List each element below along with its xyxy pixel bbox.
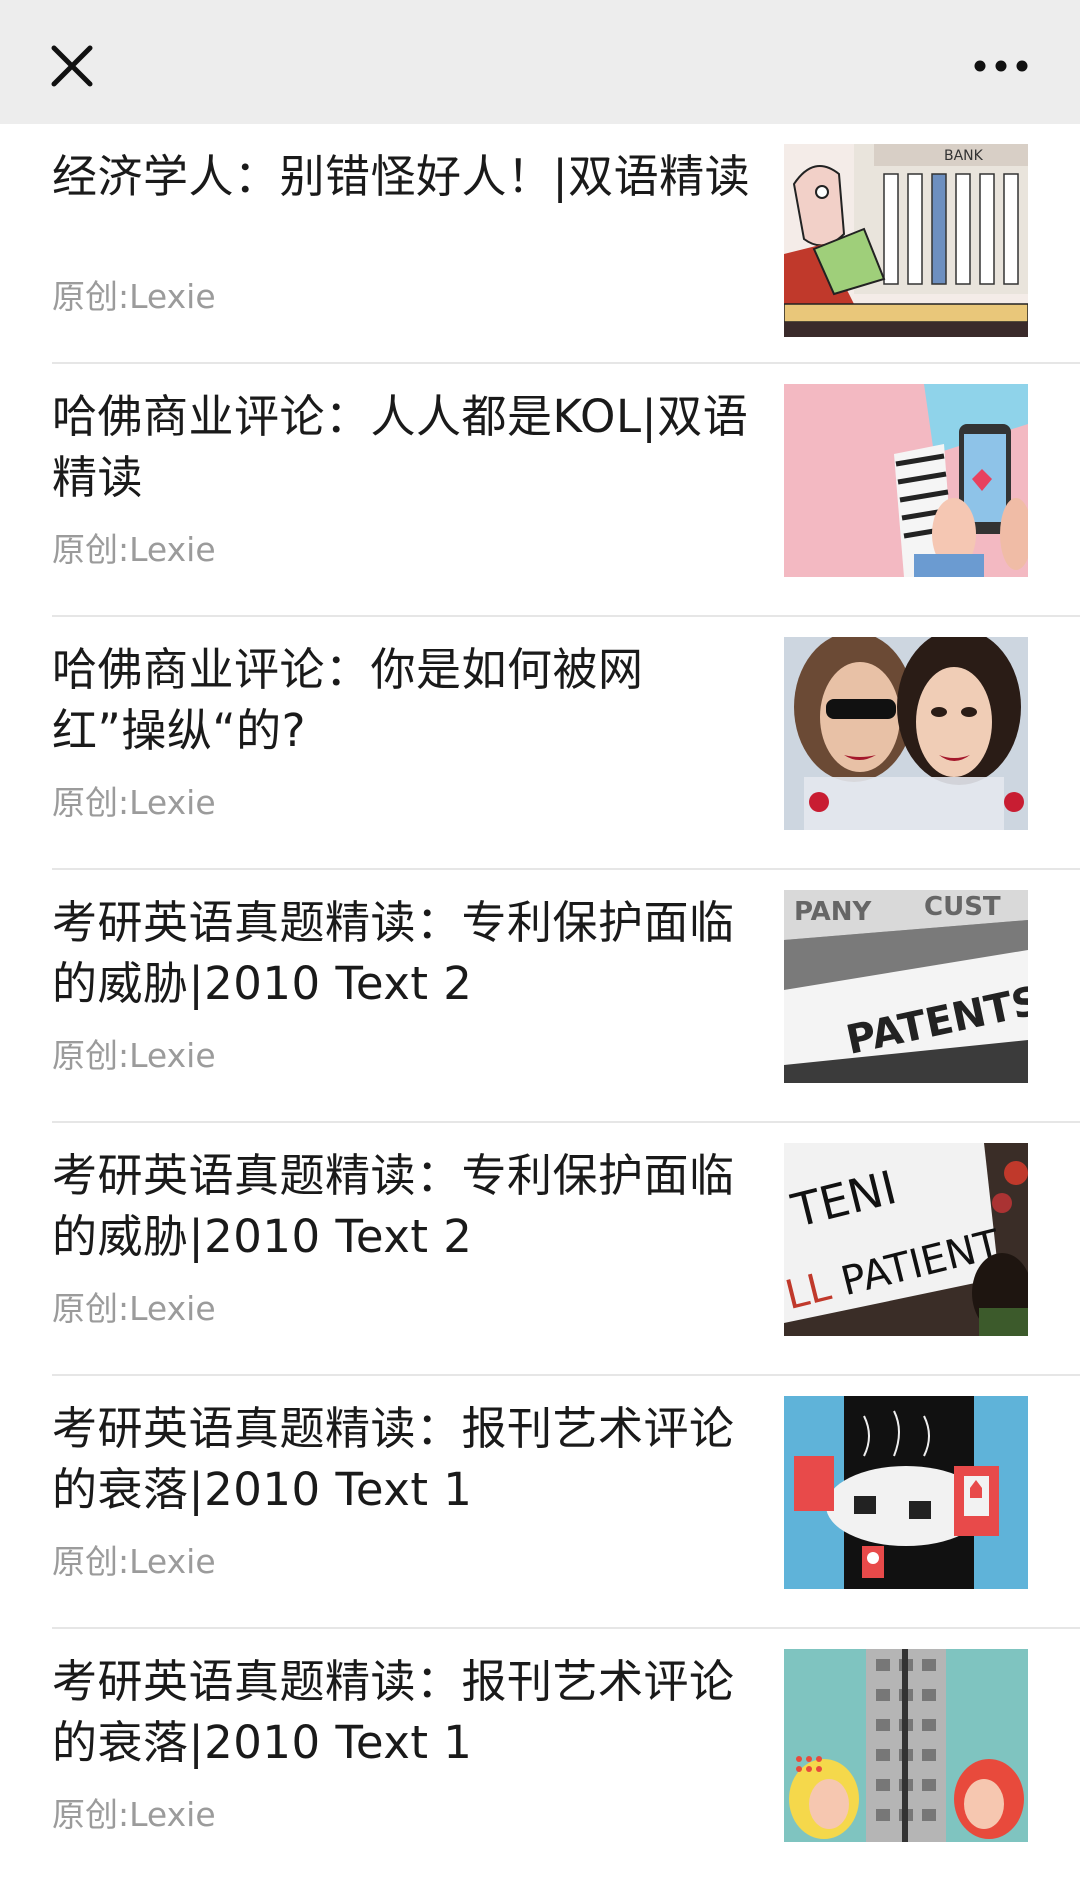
article-thumbnail xyxy=(784,384,1028,577)
close-button[interactable] xyxy=(44,38,100,94)
article-author: 原创:Lexie xyxy=(52,530,216,569)
article-thumbnail xyxy=(784,1649,1028,1842)
article-thumbnail xyxy=(784,637,1028,830)
article-author: 原创:Lexie xyxy=(52,1542,216,1581)
more-icon xyxy=(974,60,1028,72)
article-author: 原创:Lexie xyxy=(52,1289,216,1328)
bank-cartoon-image: BANK xyxy=(784,144,1028,337)
article-item[interactable]: 考研英语真题精读：报刊艺术评论的衰落|2010 Text 1 原创:Lexie xyxy=(0,1629,1080,1882)
article-title: 考研英语真题精读：专利保护面临的威胁|2010 Text 2 xyxy=(52,1149,735,1263)
patents-folder-image: PATENTS PANY CUST xyxy=(784,890,1028,1083)
article-title: 哈佛商业评论：人人都是KOL|双语精读 xyxy=(52,390,749,504)
svg-text:PANY: PANY xyxy=(794,897,873,927)
article-thumbnail: BANK xyxy=(784,144,1028,337)
article-item[interactable]: 哈佛商业评论：你是如何被网红”操纵“的? 原创:Lexie xyxy=(0,617,1080,870)
article-title: 考研英语真题精读：报刊艺术评论的衰落|2010 Text 1 xyxy=(52,1402,735,1516)
article-item[interactable]: 哈佛商业评论：人人都是KOL|双语精读 原创:Lexie xyxy=(0,364,1080,617)
article-item[interactable]: 考研英语真题精读：专利保护面临的威胁|2010 Text 2 原创:Lexie … xyxy=(0,1123,1080,1376)
article-item[interactable]: 经济学人：别错怪好人！|双语精读 原创:Lexie BANK xyxy=(0,124,1080,364)
article-item[interactable]: 考研英语真题精读：报刊艺术评论的衰落|2010 Text 1 原创:Lexie xyxy=(0,1376,1080,1629)
article-author: 原创:Lexie xyxy=(52,1795,216,1834)
close-icon xyxy=(51,45,93,87)
more-options-button[interactable] xyxy=(966,38,1036,94)
svg-text:CUST: CUST xyxy=(924,892,1001,922)
svg-text:BANK: BANK xyxy=(944,148,984,164)
article-thumbnail xyxy=(784,1396,1028,1589)
article-thumbnail: PATENTS PANY CUST xyxy=(784,890,1028,1083)
article-title: 经济学人：别错怪好人！|双语精读 xyxy=(52,150,751,203)
article-author: 原创:Lexie xyxy=(52,783,216,822)
article-list: 经济学人：别错怪好人！|双语精读 原创:Lexie BANK 哈佛商业评论：人人… xyxy=(0,124,1080,1882)
article-title: 哈佛商业评论：你是如何被网红”操纵“的? xyxy=(52,643,644,757)
smartphone-pink-image xyxy=(784,384,1028,577)
article-title: 考研英语真题精读：专利保护面临的威胁|2010 Text 2 xyxy=(52,896,735,1010)
article-title: 考研英语真题精读：报刊艺术评论的衰落|2010 Text 1 xyxy=(52,1655,735,1769)
article-thumbnail: TENI LL PATIENT xyxy=(784,1143,1028,1336)
patient-protest-image: TENI LL PATIENT xyxy=(784,1143,1028,1336)
article-author: 原创:Lexie xyxy=(52,277,216,316)
art-review-illustration-image xyxy=(784,1396,1028,1589)
art-review-comic-image xyxy=(784,1649,1028,1842)
article-author: 原创:Lexie xyxy=(52,1036,216,1075)
influencers-selfie-image xyxy=(784,637,1028,830)
article-item[interactable]: 考研英语真题精读：专利保护面临的威胁|2010 Text 2 原创:Lexie … xyxy=(0,870,1080,1123)
top-navigation-bar xyxy=(0,0,1080,124)
